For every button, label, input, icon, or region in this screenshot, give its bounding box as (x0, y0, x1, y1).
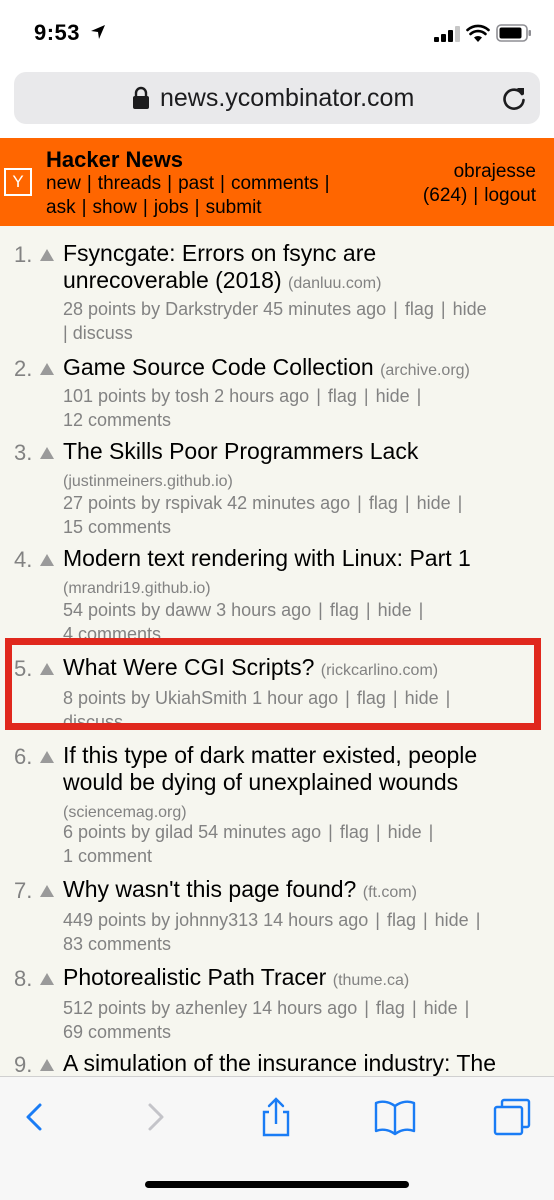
hn-logo[interactable]: Y (4, 168, 32, 196)
story-subtext: 28 points by Darkstryder 45 minutes ago |… (63, 299, 487, 343)
nav-new[interactable]: new (46, 173, 81, 194)
story-domain[interactable]: (ft.com) (363, 884, 417, 901)
nav-past[interactable]: past (178, 173, 214, 194)
battery-icon (496, 24, 531, 42)
comments-link[interactable]: 69 comments (63, 1022, 171, 1042)
upvote-arrow-icon[interactable] (40, 249, 54, 261)
hn-nav: new | threads | past | comments | ask | show | jobs… (46, 173, 330, 218)
upvote-arrow-icon[interactable] (40, 885, 54, 897)
nav-threads[interactable]: threads (98, 173, 161, 194)
story-subtext: 27 points by rspivak 42 minutes ago | flag… (63, 493, 463, 537)
comments-link[interactable]: 83 comments (63, 934, 171, 954)
wifi-icon (466, 24, 490, 42)
comments-link[interactable]: 1 comment (63, 846, 152, 866)
hide-link[interactable]: hide (435, 910, 469, 930)
story-subtext: 6 points by gilad 54 minutes ago | flag | hi… (63, 822, 434, 866)
bookmarks-icon[interactable] (373, 1097, 417, 1137)
hn-header: Y Hacker News new | threads | past | comments |… (0, 138, 554, 226)
nav-jobs[interactable]: jobs (154, 197, 189, 218)
hide-link[interactable]: hide (376, 386, 410, 406)
flag-link[interactable]: flag (376, 998, 405, 1018)
hide-link[interactable]: hide (388, 822, 422, 842)
hide-link[interactable]: hide (424, 998, 458, 1018)
story-domain[interactable]: (justinmeiners.github.io) (63, 473, 233, 490)
story-rank: 9. (14, 1052, 33, 1077)
story-rank: 4. (14, 547, 33, 572)
address-bar[interactable]: news.ycombinator.com (14, 72, 540, 124)
story-title[interactable]: The Skills Poor Programmers Lack (justin… (63, 438, 543, 495)
story-subtext: 449 points by johnny313 14 hours ago | fla… (63, 910, 481, 954)
story-rank: 7. (14, 878, 33, 903)
story-domain[interactable]: (mrandri19.github.io) (63, 580, 211, 597)
reload-icon[interactable] (500, 84, 528, 112)
story-rank: 1. (14, 242, 33, 267)
story-title[interactable]: Fsyncgate: Errors on fsync are unrecover… (63, 240, 543, 297)
nav-show[interactable]: show (93, 197, 137, 218)
story-title[interactable]: Modern text rendering with Linux: Part 1… (63, 545, 543, 602)
story-subtext: 512 points by azhenley 14 hours ago | flag… (63, 998, 470, 1042)
story-rank: 3. (14, 440, 33, 465)
username-link[interactable]: obrajesse (423, 160, 536, 184)
upvote-arrow-icon[interactable] (40, 554, 54, 566)
story-rank: 2. (14, 356, 33, 381)
forward-icon[interactable] (136, 1097, 176, 1137)
browser-address-area: news.ycombinator.com (0, 64, 554, 138)
flag-link[interactable]: flag (405, 299, 434, 319)
upvote-arrow-icon[interactable] (40, 447, 54, 459)
back-icon[interactable] (14, 1097, 54, 1137)
story-title[interactable]: A simulation of the insurance industry: … (63, 1050, 543, 1077)
story-domain[interactable]: (archive.org) (380, 362, 470, 379)
story-domain[interactable]: (danluu.com) (288, 275, 381, 292)
hide-link[interactable]: hide (417, 493, 451, 513)
status-bar: 9:53 (0, 0, 554, 64)
hide-link[interactable]: hide (378, 600, 412, 620)
comments-link[interactable]: 15 comments (63, 517, 171, 537)
nav-comments[interactable]: comments (231, 173, 319, 194)
story-domain[interactable]: (sciencemag.org) (63, 804, 187, 821)
story-title[interactable]: Why wasn't this page found? (ft.com) (63, 876, 543, 906)
flag-link[interactable]: flag (387, 910, 416, 930)
location-arrow-icon (91, 25, 105, 39)
site-title[interactable]: Hacker News (46, 147, 183, 173)
highlight-annotation-box (5, 638, 541, 730)
story-subtext: 101 points by tosh 2 hours ago | flag | hide… (63, 386, 422, 430)
flag-link[interactable]: flag (330, 600, 359, 620)
tabs-icon[interactable] (492, 1097, 532, 1137)
story-title[interactable]: If this type of dark matter existed, peo… (63, 742, 543, 826)
logout-link[interactable]: logout (484, 185, 536, 206)
user-info: obrajesse (624) | logout (422, 160, 536, 206)
home-indicator (145, 1181, 409, 1188)
story-domain[interactable]: (thume.ca) (333, 972, 409, 989)
comments-link[interactable]: 12 comments (63, 410, 171, 430)
upvote-arrow-icon[interactable] (40, 1059, 54, 1071)
share-icon[interactable] (256, 1097, 296, 1137)
story-title[interactable]: Photorealistic Path Tracer (thume.ca) (63, 964, 543, 994)
flag-link[interactable]: flag (340, 822, 369, 842)
cellular-signal-icon (434, 26, 460, 42)
upvote-arrow-icon[interactable] (40, 973, 54, 985)
comments-link[interactable]: discuss (73, 323, 133, 343)
flag-link[interactable]: flag (369, 493, 398, 513)
story-rank: 8. (14, 966, 33, 991)
upvote-arrow-icon[interactable] (40, 363, 54, 375)
story-rank: 6. (14, 744, 33, 769)
nav-submit[interactable]: submit (206, 197, 262, 218)
karma: (624) (422, 185, 468, 206)
upvote-arrow-icon[interactable] (40, 751, 54, 763)
lock-icon (133, 86, 149, 109)
browser-toolbar (0, 1076, 554, 1200)
status-time: 9:53 (34, 20, 81, 45)
story-title[interactable]: Game Source Code Collection (archive.org… (63, 354, 543, 384)
url-text: news.ycombinator.com (160, 84, 415, 112)
flag-link[interactable]: flag (328, 386, 357, 406)
hide-link[interactable]: hide (453, 299, 487, 319)
nav-ask[interactable]: ask (46, 197, 76, 218)
